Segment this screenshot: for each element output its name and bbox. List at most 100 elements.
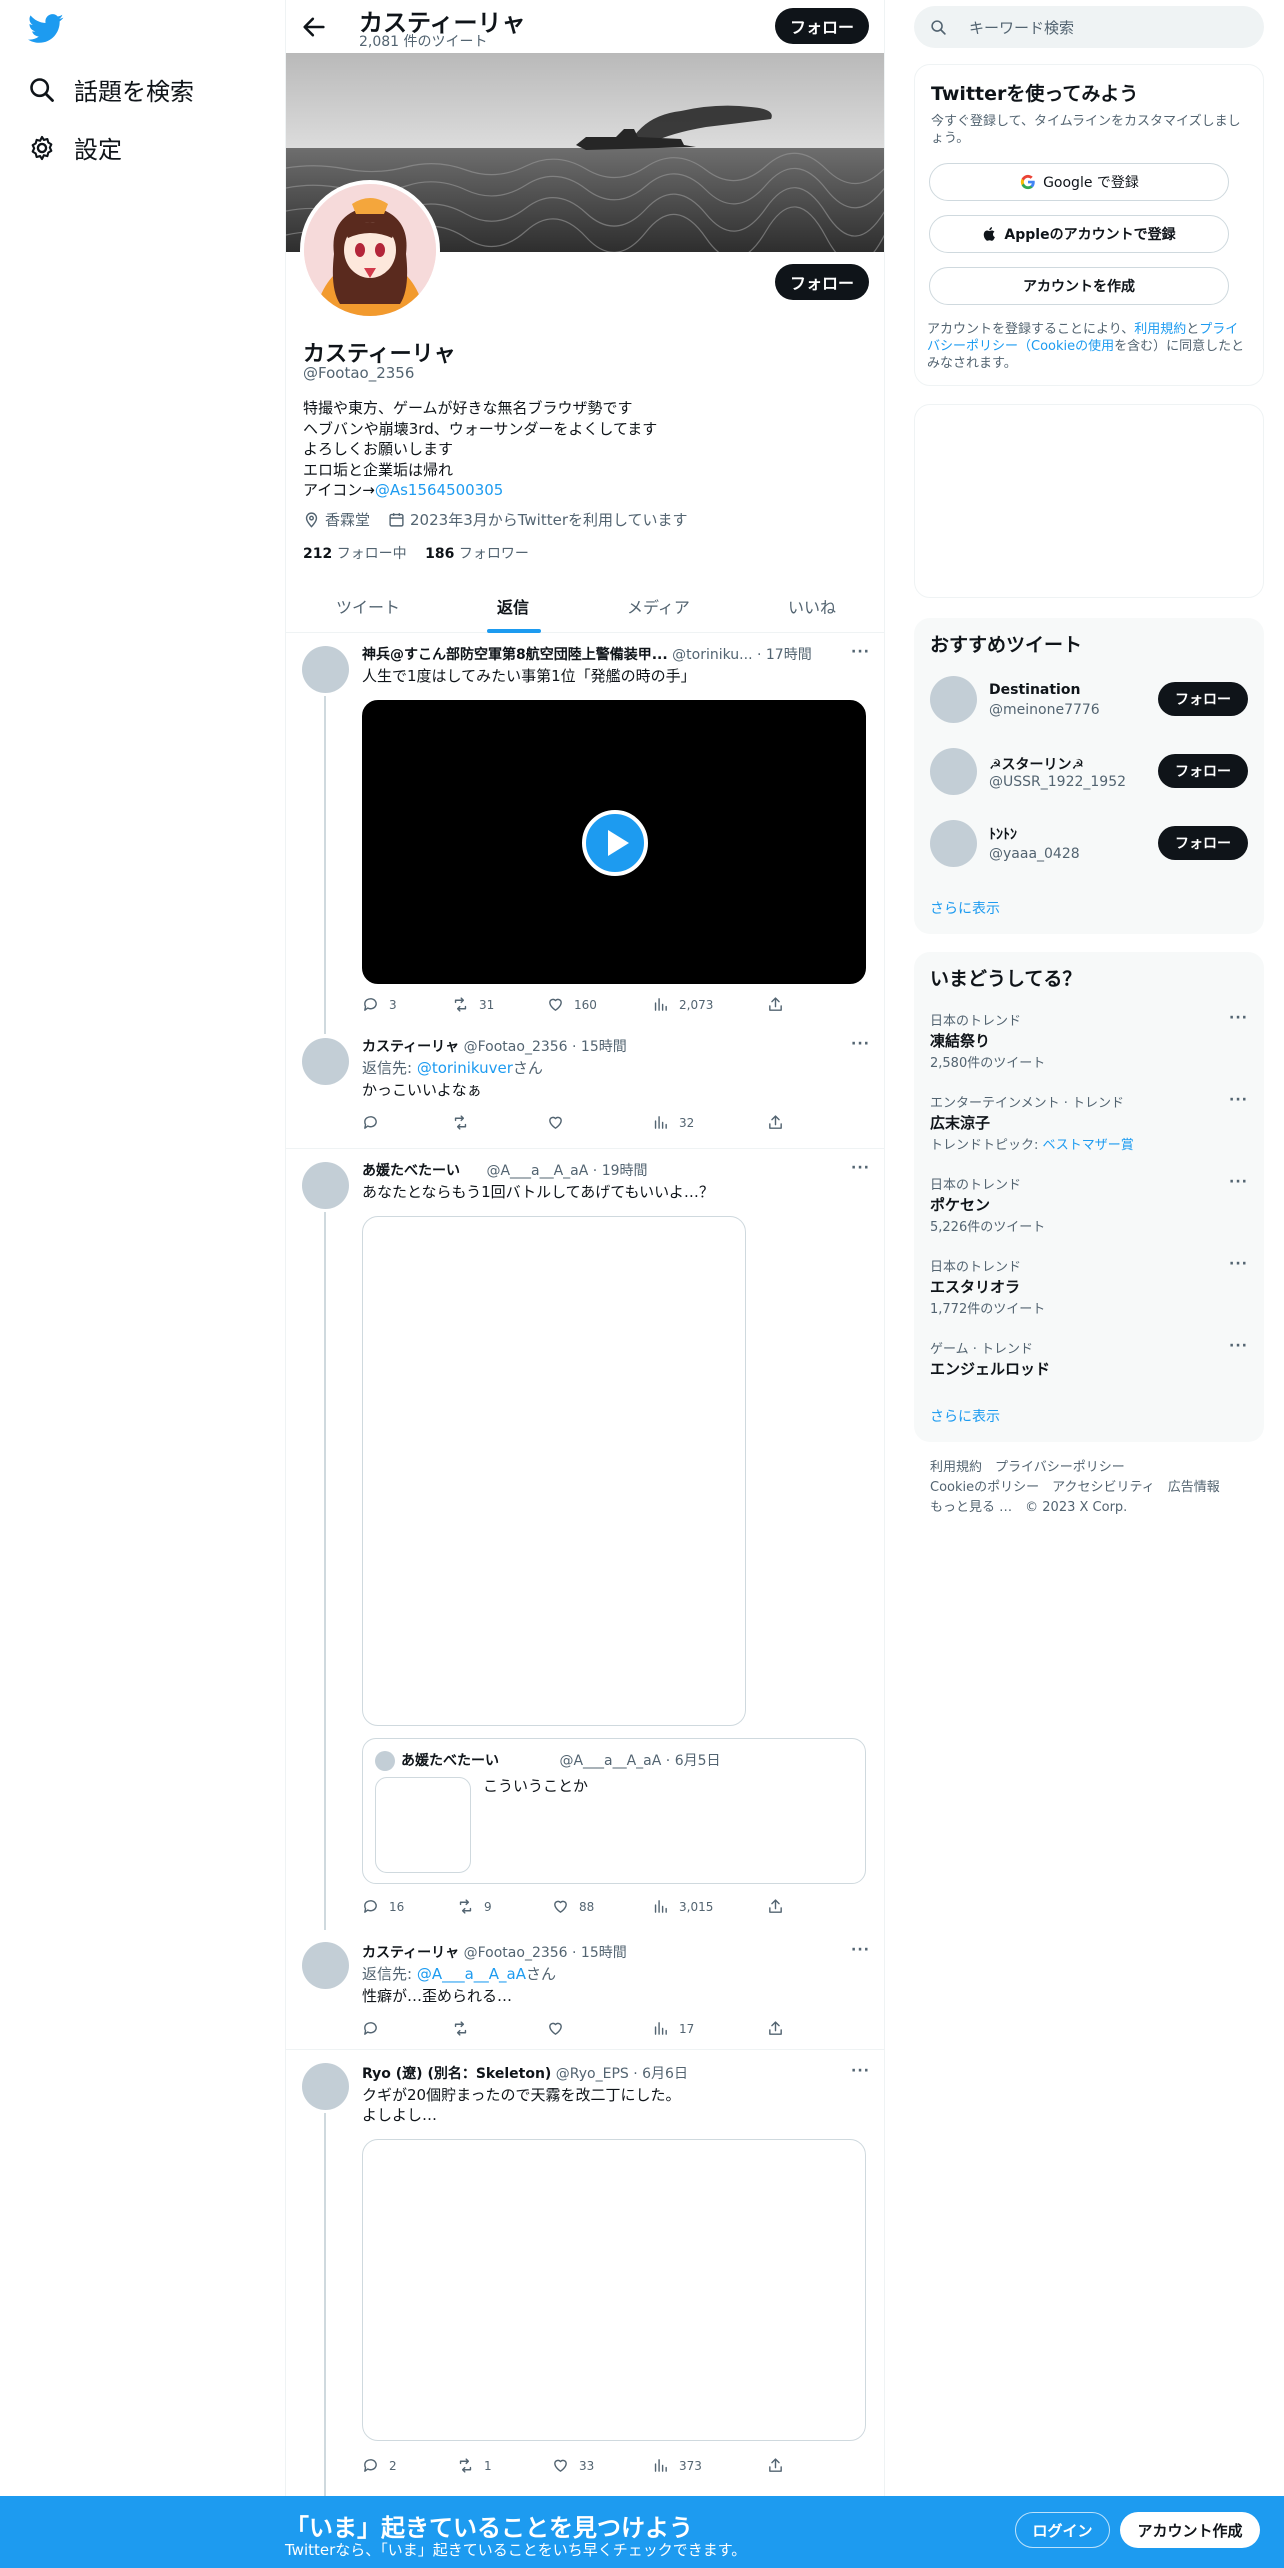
like-button[interactable] <box>547 1114 574 1131</box>
twitter-logo-icon[interactable] <box>28 14 64 44</box>
quoted-tweet[interactable]: あ媛たべたーい @A___a__A_aA · 6月5日 こういうことか <box>362 1738 866 1884</box>
followers-link[interactable]: 186 フォロワー <box>425 546 529 562</box>
tweet[interactable]: 神兵@すこん部防空軍第8航空団陸上警備装甲... @toriniku... · … <box>286 634 884 1034</box>
more-options-icon[interactable]: ··· <box>851 2063 870 2079</box>
footer-link[interactable]: Cookieのポリシー <box>930 1480 1039 1495</box>
profile-avatar[interactable] <box>300 180 440 320</box>
reply-button[interactable]: 3 <box>362 996 397 1013</box>
more-options-icon[interactable]: ··· <box>851 1160 870 1176</box>
tweet-author-name[interactable]: あ媛たべたーい <box>362 1163 460 1179</box>
bio-icon-link[interactable]: @As1564500305 <box>375 481 504 499</box>
reply-button[interactable] <box>362 1114 389 1131</box>
tweet-author-handle[interactable]: @Footao_2356 <box>464 1039 568 1055</box>
like-button[interactable] <box>547 2020 574 2037</box>
more-options-icon[interactable]: ··· <box>851 1942 870 1958</box>
trend-name[interactable]: エンジェルロッド <box>930 1358 1050 1379</box>
trend-name[interactable]: エスタリオラ <box>930 1276 1020 1297</box>
share-button[interactable] <box>767 996 794 1013</box>
trends-show-more[interactable]: さらに表示 <box>930 1406 1000 1426</box>
avatar[interactable] <box>302 2063 349 2110</box>
tweet-author-handle[interactable]: @Footao_2356 <box>464 1945 568 1961</box>
back-arrow-icon[interactable] <box>300 13 328 41</box>
like-button[interactable]: 160 <box>547 996 597 1013</box>
trend-more-icon[interactable]: ··· <box>1229 1338 1248 1354</box>
retweet-button[interactable]: 1 <box>457 2457 492 2474</box>
follow-button[interactable]: フォロー <box>1158 682 1248 716</box>
trend-name[interactable]: 広末涼子 <box>930 1112 990 1133</box>
footer-link[interactable]: プライバシーポリシー <box>995 1460 1125 1475</box>
signup-button[interactable]: アカウント作成 <box>1120 2512 1260 2548</box>
tab-media[interactable]: メディア <box>627 594 690 618</box>
views-button[interactable]: 373 <box>652 2457 702 2474</box>
trend-more-icon[interactable]: ··· <box>1229 1256 1248 1272</box>
tweet-time[interactable]: · 19時間 <box>593 1163 648 1179</box>
avatar[interactable] <box>930 676 977 723</box>
avatar[interactable] <box>930 748 977 795</box>
views-button[interactable]: 32 <box>652 1114 694 1131</box>
recommended-user-handle[interactable]: @meinone7776 <box>989 702 1100 718</box>
reply-button[interactable]: 16 <box>362 1898 404 1915</box>
retweet-button[interactable]: 9 <box>457 1898 492 1915</box>
recommended-user-handle[interactable]: @yaaa_0428 <box>989 846 1080 862</box>
tweet-author-handle[interactable]: @A___a__A_aA <box>486 1163 588 1179</box>
reply-button[interactable] <box>362 2020 389 2037</box>
tweet-time[interactable]: · 15時間 <box>572 1039 627 1055</box>
views-button[interactable]: 2,073 <box>652 996 713 1013</box>
tweet[interactable]: カスティーリャ @Footao_2356 · 15時間 ··· 返信先: @to… <box>286 1034 884 1149</box>
recommended-user-name[interactable]: ☭スターリン☭ <box>989 754 1084 774</box>
tweet-author-name[interactable]: Ryo (遼) (別名：Skeleton) <box>362 2066 551 2082</box>
search-input[interactable]: キーワード検索 <box>969 17 1074 38</box>
tweet-author-name[interactable]: カスティーリャ <box>362 1039 459 1055</box>
reply-button[interactable]: 2 <box>362 2457 397 2474</box>
tweet-time[interactable]: · 17時間 <box>757 647 812 663</box>
tweet-author-handle[interactable]: @toriniku... <box>672 647 752 663</box>
share-button[interactable] <box>767 1898 794 1915</box>
share-button[interactable] <box>767 2457 794 2474</box>
tweet-image[interactable] <box>362 1216 746 1726</box>
footer-link[interactable]: 利用規約 <box>930 1460 982 1475</box>
reply-to-link[interactable]: @torinikuver <box>417 1059 513 1077</box>
more-options-icon[interactable]: ··· <box>851 644 870 660</box>
share-button[interactable] <box>767 2020 794 2037</box>
nav-settings[interactable]: 設定 <box>28 130 122 165</box>
more-options-icon[interactable]: ··· <box>851 1036 870 1052</box>
avatar[interactable] <box>302 646 349 693</box>
trend-more-icon[interactable]: ··· <box>1229 1092 1248 1108</box>
nav-explore[interactable]: 話題を検索 <box>28 72 194 107</box>
recommended-user-handle[interactable]: @USSR_1922_1952 <box>989 774 1126 790</box>
tab-tweets[interactable]: ツイート <box>336 594 400 618</box>
follow-button[interactable]: フォロー <box>1158 826 1248 860</box>
trend-name[interactable]: ポケセン <box>930 1194 990 1215</box>
views-button[interactable]: 3,015 <box>652 1898 713 1915</box>
trend-more-icon[interactable]: ··· <box>1229 1010 1248 1026</box>
tweet[interactable]: Ryo (遼) (別名：Skeleton) @Ryo_EPS · 6月6日 ··… <box>286 2051 884 2500</box>
create-account-button[interactable]: アカウントを作成 <box>929 267 1229 305</box>
avatar[interactable] <box>302 1942 349 1989</box>
tweet-time[interactable]: · 15時間 <box>572 1945 627 1961</box>
like-button[interactable]: 33 <box>552 2457 594 2474</box>
footer-link[interactable]: 広告情報 <box>1168 1480 1220 1495</box>
retweet-button[interactable]: 31 <box>452 996 494 1013</box>
recommended-user-name[interactable]: Destination <box>989 682 1080 698</box>
tweet-author-name[interactable]: 神兵@すこん部防空軍第8航空団陸上警備装甲... <box>362 647 668 663</box>
header-follow-button[interactable]: フォロー <box>775 8 869 44</box>
google-signup-button[interactable]: Google で登録 <box>929 163 1229 201</box>
profile-follow-button[interactable]: フォロー <box>775 264 869 300</box>
tweet-video[interactable] <box>362 700 866 984</box>
avatar[interactable] <box>302 1162 349 1209</box>
search-box[interactable]: キーワード検索 <box>914 6 1264 48</box>
following-link[interactable]: 212 フォロー中 <box>303 546 407 562</box>
tweet-time[interactable]: · 6月6日 <box>633 2066 688 2082</box>
follow-button[interactable]: フォロー <box>1158 754 1248 788</box>
recommended-user-name[interactable]: ﾄﾝﾄﾝ <box>989 824 1017 844</box>
footer-link[interactable]: もっと見る … <box>930 1500 1012 1515</box>
avatar[interactable] <box>930 820 977 867</box>
tab-replies[interactable]: 返信 <box>497 594 529 618</box>
play-icon[interactable] <box>582 810 648 876</box>
login-button[interactable]: ログイン <box>1015 2512 1110 2548</box>
tweet-author-handle[interactable]: @Ryo_EPS <box>556 2066 629 2082</box>
trend-topic-link[interactable]: ベストマザー賞 <box>1043 1138 1134 1153</box>
tweet[interactable]: あ媛たべたーい @A___a__A_aA · 19時間 ··· あなたとならもう… <box>286 1150 884 1930</box>
recommended-show-more[interactable]: さらに表示 <box>930 898 1000 918</box>
trend-more-icon[interactable]: ··· <box>1229 1174 1248 1190</box>
